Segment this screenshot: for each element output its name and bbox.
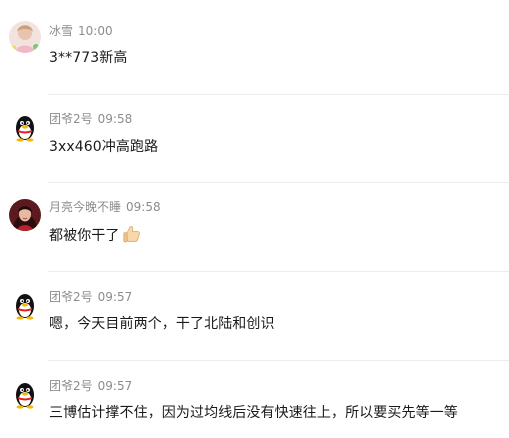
thumbs-up-icon xyxy=(122,224,142,248)
message-divider xyxy=(48,182,509,183)
message-text: 都被你干了 xyxy=(49,224,142,248)
message-time: 09:57 xyxy=(97,290,133,304)
avatar[interactable] xyxy=(9,378,41,410)
sender-name[interactable]: 月亮今晚不睡 xyxy=(49,200,121,214)
qq-penguin-icon xyxy=(9,111,41,143)
photo-avatar-icon xyxy=(9,21,41,53)
message-text: 3xx460冲高跑路 xyxy=(49,139,159,155)
avatar[interactable] xyxy=(9,199,41,231)
message-meta: 团爷2号 09:58 xyxy=(49,110,132,127)
message-meta: 冰雪 10:00 xyxy=(49,22,113,39)
message-time: 09:57 xyxy=(97,379,133,393)
sender-name[interactable]: 团爷2号 xyxy=(49,290,93,304)
message-divider xyxy=(48,360,509,361)
message-divider xyxy=(48,94,509,95)
message-text: 三博估计撑不住，因为过均线后没有快速往上，所以要买先等一等 xyxy=(49,405,458,421)
qq-penguin-icon xyxy=(9,289,41,321)
chat-message-list: 冰雪 10:00 3**773新高 团爷2号 09:58 3xx460冲高跑路 … xyxy=(0,0,509,438)
avatar[interactable] xyxy=(9,111,41,143)
message-time: 10:00 xyxy=(78,24,113,38)
qq-penguin-icon xyxy=(9,378,41,410)
message-text: 嗯，今天目前两个，干了北陆和创识 xyxy=(49,316,275,332)
message-time: 09:58 xyxy=(126,200,161,214)
avatar[interactable] xyxy=(9,289,41,321)
message-text: 3**773新高 xyxy=(49,50,128,66)
sender-name[interactable]: 冰雪 xyxy=(49,24,73,38)
message-meta: 月亮今晚不睡 09:58 xyxy=(49,198,161,215)
message-divider xyxy=(48,271,509,272)
message-meta: 团爷2号 09:57 xyxy=(49,377,132,394)
message-meta: 团爷2号 09:57 xyxy=(49,288,132,305)
sender-name[interactable]: 团爷2号 xyxy=(49,112,93,126)
avatar[interactable] xyxy=(9,21,41,53)
photo-avatar-icon xyxy=(9,199,41,231)
message-text-content: 都被你干了 xyxy=(49,228,120,244)
message-time: 09:58 xyxy=(97,112,133,126)
sender-name[interactable]: 团爷2号 xyxy=(49,379,93,393)
